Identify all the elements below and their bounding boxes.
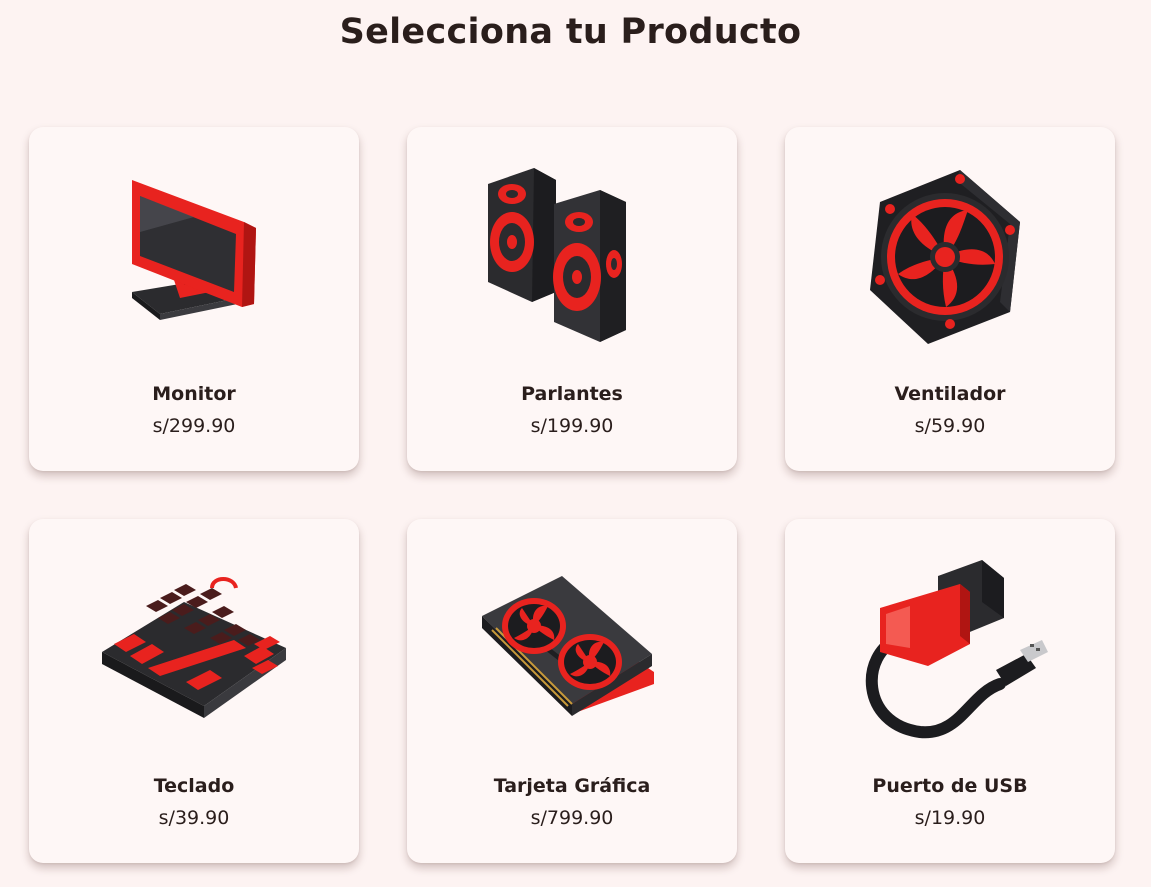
speakers-icon: [472, 152, 672, 352]
product-price: s/299.90: [152, 415, 236, 437]
product-card-tarjeta-grafica[interactable]: Tarjeta Gráfica s/799.90: [407, 519, 737, 863]
product-name: Puerto de USB: [872, 775, 1028, 797]
product-card-puerto-usb[interactable]: Puerto de USB s/19.90: [785, 519, 1115, 863]
product-price: s/19.90: [914, 807, 986, 829]
product-name: Monitor: [152, 383, 236, 405]
product-card-monitor[interactable]: Monitor s/299.90: [29, 127, 359, 471]
product-price: s/59.90: [914, 415, 986, 437]
page-title: Selecciona tu Producto: [339, 12, 802, 52]
product-price: s/199.90: [530, 415, 614, 437]
product-price: s/39.90: [158, 807, 230, 829]
product-name: Ventilador: [894, 383, 1006, 405]
product-name: Parlantes: [521, 383, 623, 405]
product-card-ventilador[interactable]: Ventilador s/59.90: [785, 127, 1115, 471]
product-price: s/799.90: [530, 807, 614, 829]
monitor-icon: [94, 152, 294, 352]
product-card-parlantes[interactable]: Parlantes s/199.90: [407, 127, 737, 471]
product-name: Teclado: [153, 775, 235, 797]
fan-icon: [850, 152, 1050, 352]
usb-port-icon: [850, 544, 1050, 744]
keyboard-icon: [94, 544, 294, 744]
product-card-teclado[interactable]: Teclado s/39.90: [29, 519, 359, 863]
product-name: Tarjeta Gráfica: [493, 775, 651, 797]
graphics-card-icon: [472, 544, 672, 744]
